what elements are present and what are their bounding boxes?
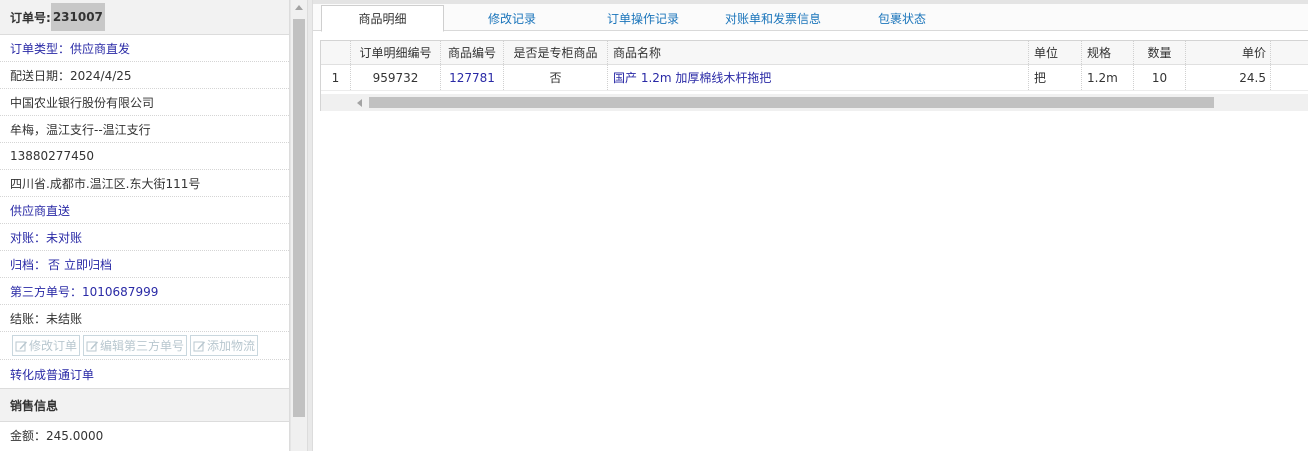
cell-unit-price: 24.5 — [1186, 65, 1271, 90]
sales-amount: 金额：245.0000 — [10, 429, 104, 443]
edit-third-party-button[interactable]: 编辑第三方单号 — [83, 335, 188, 356]
header-unit-price[interactable]: 单价 — [1186, 41, 1271, 64]
horizontal-scrollbar-thumb[interactable] — [369, 97, 1214, 108]
header-product-id[interactable]: 商品编号 — [441, 41, 504, 64]
edit-icon — [15, 341, 27, 351]
tab-bar-top-border — [313, 0, 1308, 4]
add-logistics-button[interactable]: 添加物流 — [190, 335, 259, 356]
order-info-panel: 订单号: 231007 订单类型：供应商直发 配送日期：2024/4/25 中国… — [0, 0, 290, 451]
tab-package-status[interactable]: 包裹状态 — [841, 5, 963, 32]
cell-product-id-link[interactable]: 127781 — [441, 65, 504, 90]
order-number-value[interactable]: 231007 — [50, 3, 105, 31]
grid-horizontal-scrollbar[interactable] — [321, 94, 1308, 111]
product-grid: 订单明细编号 商品编号 是否是专柜商品 商品名称 单位 规格 数量 单价 1 9… — [320, 40, 1308, 111]
order-number-header: 订单号: 231007 — [0, 0, 289, 35]
cell-quantity: 10 — [1134, 65, 1186, 90]
third-party-number: 第三方单号：1010687999 — [0, 278, 289, 305]
reconcile-status: 对账：未对账 — [0, 224, 289, 251]
header-unit[interactable]: 单位 — [1029, 41, 1082, 64]
cell-unit: 把 — [1029, 65, 1082, 90]
edit-icon — [193, 341, 206, 351]
left-panel-scrollbar[interactable] — [290, 0, 307, 451]
delivery-date: 配送日期：2024/4/25 — [0, 62, 289, 89]
cell-spec: 1.2m — [1082, 65, 1134, 90]
company-name: 中国农业银行股份有限公司 — [0, 89, 289, 116]
edit-order-label: 修改订单 — [29, 339, 78, 353]
header-is-counter[interactable]: 是否是专柜商品 — [504, 41, 608, 64]
cell-detail-id: 959732 — [351, 65, 441, 90]
cell-is-counter: 否 — [504, 65, 608, 90]
edit-third-party-label: 编辑第三方单号 — [100, 339, 185, 353]
tab-bar: 商品明细 修改记录 订单操作记录 对账单和发票信息 包裹状态 — [313, 0, 1308, 32]
archive-value: 否 — [48, 257, 61, 272]
order-number-label: 订单号: — [10, 10, 51, 25]
sales-info-header: 销售信息 — [0, 388, 289, 422]
cell-product-name-link[interactable]: 国产 1.2m 加厚棉线木杆拖把 — [608, 65, 1029, 90]
archive-now-link[interactable]: 立即归档 — [64, 256, 112, 273]
tab-operation-records[interactable]: 订单操作记录 — [581, 5, 705, 32]
header-spec[interactable]: 规格 — [1082, 41, 1134, 64]
edit-order-button[interactable]: 修改订单 — [12, 335, 81, 356]
header-quantity[interactable]: 数量 — [1134, 41, 1186, 64]
action-button-row: 修改订单 编辑第三方单号 添加物流 — [0, 332, 289, 360]
edit-icon — [86, 341, 99, 351]
header-product-name[interactable]: 商品名称 — [608, 41, 1029, 64]
row-index: 1 — [321, 65, 351, 90]
convert-order-link[interactable]: 转化成普通订单 — [0, 360, 289, 388]
header-detail-id[interactable]: 订单明细编号 — [351, 41, 441, 64]
contact-info: 牟梅，温江支行--温江支行 — [0, 116, 289, 143]
add-logistics-label: 添加物流 — [207, 339, 256, 353]
phone-number: 13880277450 — [0, 143, 289, 170]
settlement-status: 结账：未结账 — [0, 305, 289, 332]
header-rownum — [321, 41, 351, 64]
tab-statement-invoice[interactable]: 对账单和发票信息 — [711, 5, 835, 32]
scroll-left-icon[interactable] — [357, 99, 362, 107]
archive-label: 归档： — [10, 257, 47, 272]
tab-product-details[interactable]: 商品明细 — [321, 5, 444, 32]
grid-header: 订单明细编号 商品编号 是否是专柜商品 商品名称 单位 规格 数量 单价 — [321, 41, 1308, 65]
order-type: 订单类型：供应商直发 — [0, 35, 289, 62]
scrollbar-thumb[interactable] — [293, 19, 305, 417]
delivery-address: 四川省.成都市.温江区.东大街111号 — [0, 170, 289, 197]
tab-modify-records[interactable]: 修改记录 — [453, 5, 571, 32]
detail-panel: 商品明细 修改记录 订单操作记录 对账单和发票信息 包裹状态 订单明细编号 商品… — [313, 0, 1308, 451]
archive-status: 归档： 否 立即归档 — [0, 251, 289, 278]
scroll-up-icon[interactable] — [295, 5, 303, 10]
table-row[interactable]: 1 959732 127781 否 国产 1.2m 加厚棉线木杆拖把 把 1.2… — [321, 65, 1308, 91]
supply-method: 供应商直送 — [0, 197, 289, 224]
